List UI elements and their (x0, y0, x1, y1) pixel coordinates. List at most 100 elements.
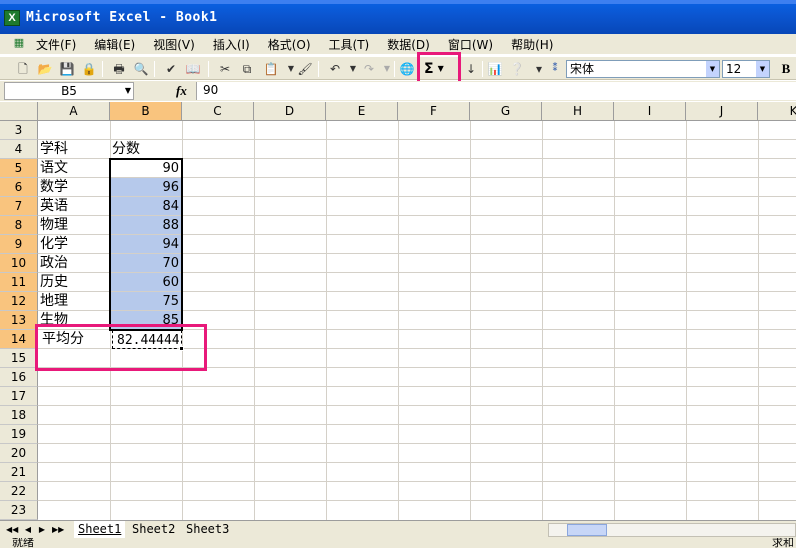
fill-handle[interactable] (179, 346, 184, 351)
column-header-d[interactable]: D (254, 102, 326, 121)
next-sheet-icon[interactable]: ▶ (36, 523, 48, 537)
insert-function-icon[interactable]: fx (176, 83, 187, 99)
row-header-23[interactable]: 23 (0, 501, 38, 520)
spelling-icon[interactable]: ✔ (162, 60, 180, 78)
sheet-tab-3[interactable]: Sheet3 (182, 521, 233, 538)
sheet-tab-1[interactable]: Sheet1 (74, 521, 126, 538)
chevron-down-icon[interactable]: ▼ (706, 61, 719, 77)
menu-edit[interactable]: 编辑(E) (94, 36, 135, 53)
cell-b13[interactable]: 85 (110, 311, 182, 330)
cell-b11[interactable]: 60 (110, 273, 182, 292)
row-header-17[interactable]: 17 (0, 387, 38, 406)
undo-icon[interactable]: ↶ (326, 60, 344, 78)
cut-icon[interactable]: ✂ (216, 60, 234, 78)
cell-a8[interactable]: 物理 (38, 216, 110, 235)
row-header-6[interactable]: 6 (0, 178, 38, 197)
cell-b9[interactable]: 94 (110, 235, 182, 254)
document-icon[interactable]: ▦ (8, 36, 30, 52)
column-header-b[interactable]: B (110, 102, 182, 121)
column-header-h[interactable]: H (542, 102, 614, 121)
print-preview-icon[interactable]: 🔍 (132, 60, 150, 78)
toolbar-options-icon[interactable]: ⁑ (546, 60, 564, 78)
row-header-7[interactable]: 7 (0, 197, 38, 216)
menu-tools[interactable]: 工具(T) (329, 36, 370, 53)
help-icon[interactable]: ❔ (508, 60, 526, 78)
worksheet-grid[interactable]: A B C D E F G H I J K 3 4 5 6 7 8 9 10 1… (0, 102, 796, 520)
row-header-19[interactable]: 19 (0, 425, 38, 444)
menu-file[interactable]: 文件(F) (36, 36, 76, 53)
select-all-corner[interactable] (0, 102, 38, 121)
cell-b8[interactable]: 88 (110, 216, 182, 235)
cell-b14[interactable]: 82.44444 (112, 330, 182, 349)
paste-icon[interactable]: 📋 (262, 60, 280, 78)
row-header-20[interactable]: 20 (0, 444, 38, 463)
permission-icon[interactable]: 🔒 (80, 60, 98, 78)
row-header-18[interactable]: 18 (0, 406, 38, 425)
chart-wizard-icon[interactable]: 📊 (486, 60, 504, 78)
row-header-10[interactable]: 10 (0, 254, 38, 273)
formula-input[interactable]: 90 (196, 82, 796, 100)
menu-data[interactable]: 数据(D) (387, 36, 430, 53)
scrollbar-thumb[interactable] (567, 524, 607, 536)
first-sheet-icon[interactable]: ◀◀ (6, 523, 18, 537)
cell-b10[interactable]: 70 (110, 254, 182, 273)
menu-format[interactable]: 格式(O) (268, 36, 311, 53)
font-size-select[interactable]: 12 ▼ (722, 60, 770, 78)
last-sheet-icon[interactable]: ▶▶ (52, 523, 64, 537)
menu-view[interactable]: 视图(V) (153, 36, 195, 53)
column-header-f[interactable]: F (398, 102, 470, 121)
cell-b6[interactable]: 96 (110, 178, 182, 197)
row-header-4[interactable]: 4 (0, 140, 38, 159)
open-folder-icon[interactable]: 📂 (36, 60, 54, 78)
redo-icon[interactable]: ↷ (360, 60, 378, 78)
row-header-9[interactable]: 9 (0, 235, 38, 254)
horizontal-scrollbar[interactable] (548, 523, 796, 537)
cell-a11[interactable]: 历史 (38, 273, 110, 292)
row-header-14[interactable]: 14 (0, 330, 38, 349)
name-box[interactable]: B5 ▼ (4, 82, 134, 100)
print-icon[interactable]: 🖶 (110, 60, 128, 78)
column-header-k[interactable]: K (758, 102, 796, 121)
cell-a9[interactable]: 化学 (38, 235, 110, 254)
sheet-tab-2[interactable]: Sheet2 (128, 521, 179, 538)
row-header-16[interactable]: 16 (0, 368, 38, 387)
column-header-e[interactable]: E (326, 102, 398, 121)
font-name-select[interactable]: 宋体 ▼ (566, 60, 720, 78)
prev-sheet-icon[interactable]: ◀ (22, 523, 34, 537)
cell-b4[interactable]: 分数 (110, 140, 182, 159)
menu-insert[interactable]: 插入(I) (213, 36, 250, 53)
cell-a10[interactable]: 政治 (38, 254, 110, 273)
save-icon[interactable]: 💾 (58, 60, 76, 78)
cell-b7[interactable]: 84 (110, 197, 182, 216)
new-document-icon[interactable]: 🗋 (14, 60, 32, 78)
format-painter-icon[interactable]: 🖌 (296, 60, 314, 78)
column-header-a[interactable]: A (38, 102, 110, 121)
row-header-3[interactable]: 3 (0, 121, 38, 140)
cell-area[interactable]: 学科 分数 语文 90 数学 96 英语 84 物理 88 化学 94 政治 7… (38, 121, 796, 520)
cell-a5[interactable]: 语文 (38, 159, 110, 178)
column-header-c[interactable]: C (182, 102, 254, 121)
cell-a7[interactable]: 英语 (38, 197, 110, 216)
sort-ascending-icon[interactable]: ↓ (462, 60, 480, 78)
cell-a6[interactable]: 数学 (38, 178, 110, 197)
column-header-j[interactable]: J (686, 102, 758, 121)
cell-b12[interactable]: 75 (110, 292, 182, 311)
cell-a14[interactable]: 平均分 (38, 330, 110, 349)
row-header-5[interactable]: 5 (0, 159, 38, 178)
row-header-11[interactable]: 11 (0, 273, 38, 292)
cell-a12[interactable]: 地理 (38, 292, 110, 311)
column-header-i[interactable]: I (614, 102, 686, 121)
row-header-8[interactable]: 8 (0, 216, 38, 235)
autosum-button[interactable]: Σ ▼ (419, 59, 459, 81)
cell-a4[interactable]: 学科 (38, 140, 110, 159)
row-header-12[interactable]: 12 (0, 292, 38, 311)
chevron-down-icon[interactable]: ▼ (125, 83, 131, 99)
cell-b5[interactable]: 90 (110, 159, 182, 178)
menu-help[interactable]: 帮助(H) (511, 36, 553, 53)
row-header-21[interactable]: 21 (0, 463, 38, 482)
menu-window[interactable]: 窗口(W) (448, 36, 493, 53)
row-header-15[interactable]: 15 (0, 349, 38, 368)
column-header-g[interactable]: G (470, 102, 542, 121)
row-header-13[interactable]: 13 (0, 311, 38, 330)
cell-a13[interactable]: 生物 (38, 311, 110, 330)
